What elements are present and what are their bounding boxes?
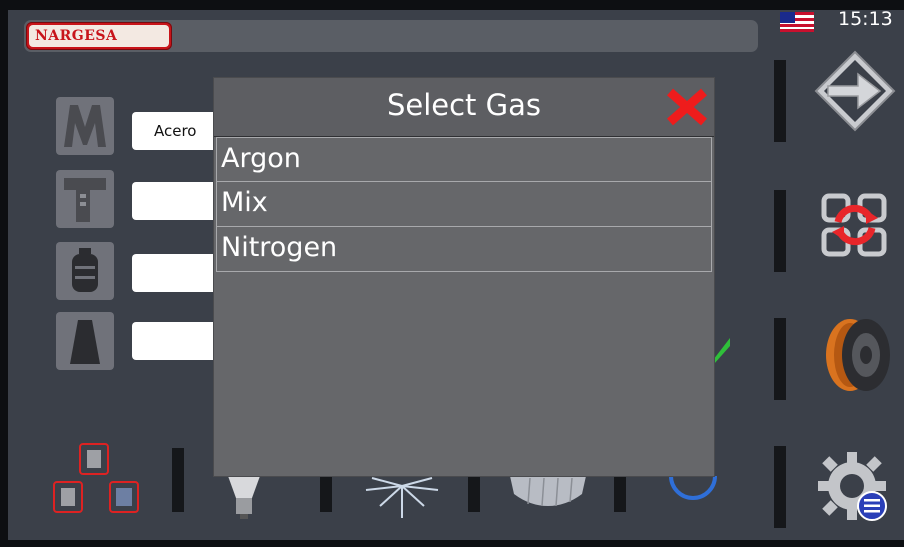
dialog-title: Select Gas — [386, 88, 542, 122]
select-gas-dialog: Select Gas Argon Mix Nitrogen — [214, 78, 714, 476]
us-flag-icon[interactable] — [780, 12, 814, 32]
nozzle-icon[interactable] — [56, 312, 114, 370]
gas-option-mix[interactable]: Mix — [216, 182, 712, 227]
spark-icon[interactable] — [362, 476, 442, 520]
refresh-cycle-icon[interactable] — [814, 184, 896, 266]
gas-options-list: Argon Mix Nitrogen — [216, 137, 712, 272]
settings-gear-icon[interactable] — [814, 446, 896, 528]
wire-spool-icon[interactable] — [814, 314, 896, 396]
clock-time: 15:13 — [838, 10, 893, 30]
divider-bar — [172, 448, 184, 512]
light-bulb-icon[interactable] — [216, 476, 272, 520]
spring-icon[interactable] — [506, 476, 590, 508]
gas-bottle-icon[interactable] — [56, 242, 114, 300]
divider-bar — [614, 476, 626, 512]
brand-name: NARGESA — [35, 28, 118, 44]
divider-bar — [320, 476, 332, 512]
divider-bar — [468, 476, 480, 512]
divider-bar — [774, 318, 786, 400]
divider-bar — [774, 446, 786, 528]
caliper-icon[interactable] — [56, 170, 114, 228]
divider-bar — [774, 60, 786, 142]
close-icon[interactable] — [666, 88, 708, 126]
material-field-value: Acero — [154, 122, 197, 140]
layout-icon[interactable] — [52, 442, 144, 516]
dialog-header: Select Gas — [214, 78, 714, 137]
gas-option-argon[interactable]: Argon — [216, 137, 712, 182]
brand-logo: NARGESA — [26, 22, 172, 50]
divider-bar — [774, 190, 786, 272]
ring-icon[interactable] — [668, 476, 718, 508]
material-icon[interactable] — [56, 97, 114, 155]
next-arrow-icon[interactable] — [814, 50, 896, 132]
gas-option-nitrogen[interactable]: Nitrogen — [216, 227, 712, 272]
app-screen: NARGESA 15:13 Acero Select Gas Argon Mix… — [8, 10, 904, 540]
